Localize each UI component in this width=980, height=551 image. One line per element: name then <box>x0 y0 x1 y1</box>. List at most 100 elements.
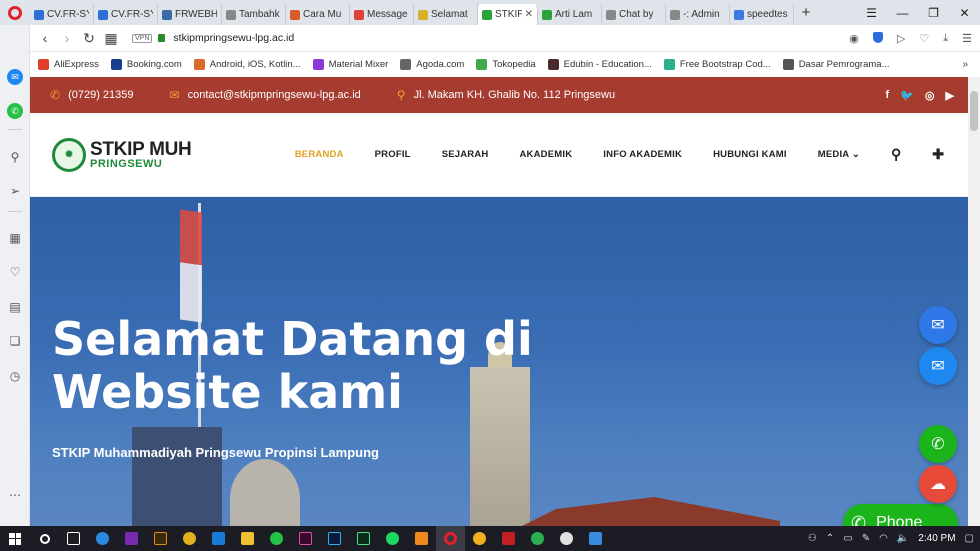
browser-tab[interactable]: Message <box>350 4 414 25</box>
whatsapp-icon[interactable] <box>262 526 291 551</box>
close-window-icon[interactable]: ✕ <box>949 0 980 25</box>
menu-item-akademik[interactable]: AKADEMIK <box>520 149 573 160</box>
contact-email[interactable]: ✉ contact@stkipmpringsewu-lpg.ac.id <box>170 88 361 102</box>
browser-tab[interactable]: -: Admin <box>666 4 730 25</box>
onenote-icon[interactable] <box>117 526 146 551</box>
chrome-icon[interactable] <box>175 526 204 551</box>
messenger-icon[interactable]: ✉ <box>7 69 23 85</box>
bookmark-item[interactable]: Free Bootstrap Cod... <box>663 58 771 70</box>
send-page-icon[interactable]: ▷ <box>897 32 905 45</box>
messenger-fab-icon[interactable]: ✉ <box>919 347 957 385</box>
instagram-icon[interactable]: ◎ <box>925 89 935 102</box>
people-icon[interactable]: ⚇ <box>808 533 817 544</box>
tab-menu-icon[interactable]: ☰ <box>856 0 887 25</box>
bookmark-item[interactable]: Booking.com <box>110 58 182 70</box>
facebook-icon[interactable]: f <box>886 89 890 102</box>
menu-item-hubungi-kami[interactable]: HUBUNGI KAMI <box>713 149 787 160</box>
clock[interactable]: 2:40 PM <box>918 533 955 544</box>
bookmark-item[interactable]: Android, iOS, Kotlin... <box>193 58 301 70</box>
lock-icon[interactable] <box>158 34 166 42</box>
page-scrollbar[interactable] <box>968 77 980 526</box>
more-icon[interactable]: ⋯ <box>7 487 23 503</box>
mf-app-icon[interactable] <box>465 526 494 551</box>
opera-icon[interactable] <box>436 526 465 551</box>
illustrator-icon[interactable] <box>146 526 175 551</box>
volume-icon[interactable]: 🔈 <box>897 533 909 544</box>
phone-fab-button[interactable]: ✆ Phone <box>843 504 958 526</box>
vscode-icon[interactable] <box>204 526 233 551</box>
twitter-icon[interactable]: 🐦 <box>900 89 914 102</box>
email-fab-icon[interactable]: ✉ <box>919 306 957 344</box>
speed-dial-icon[interactable]: ▦ <box>7 230 23 246</box>
menu-item-beranda[interactable]: BERANDA <box>295 149 344 160</box>
youtube-icon[interactable]: ▶ <box>946 89 954 102</box>
browser-tab[interactable]: STKIP ✕ <box>478 4 538 25</box>
browser-tab[interactable]: Tambahk <box>222 4 286 25</box>
battery-icon[interactable]: ▭ <box>843 533 852 544</box>
browser-tab[interactable]: Chat by <box>602 4 666 25</box>
heart-icon[interactable]: ♡ <box>7 264 23 280</box>
bookmarks-more-button[interactable]: » <box>962 59 980 70</box>
send-icon[interactable]: ➢ <box>7 183 23 199</box>
back-icon[interactable]: ‹ <box>34 30 56 46</box>
search-icon[interactable]: ⚲ <box>7 149 23 165</box>
reload-icon[interactable]: ↻ <box>78 30 100 47</box>
dreamweaver-icon[interactable] <box>349 526 378 551</box>
start-button[interactable] <box>0 532 30 545</box>
bookmark-item[interactable]: AliExpress <box>38 58 99 70</box>
bookmark-item[interactable]: Edubin - Education... <box>547 58 652 70</box>
bookmark-item[interactable]: Dasar Pemrograma... <box>782 58 890 70</box>
bookmark-item[interactable]: Agoda.com <box>400 58 464 70</box>
browser-tab[interactable]: Arti Lam <box>538 4 602 25</box>
menu-item-sejarah[interactable]: SEJARAH <box>442 149 489 160</box>
wifi-icon[interactable]: ◠ <box>879 533 888 544</box>
restore-icon[interactable]: ❐ <box>918 0 949 25</box>
notifications-icon[interactable]: ▢ <box>965 533 974 544</box>
whatsapp-icon[interactable]: ✆ <box>7 103 23 119</box>
bookmark-item[interactable]: Tokopedia <box>476 58 536 70</box>
blue-app-icon[interactable] <box>581 526 610 551</box>
chat-fab-icon[interactable]: ☁ <box>919 465 957 503</box>
menu-item-media[interactable]: MEDIA ⌄ <box>818 149 860 160</box>
adblock-shield-icon[interactable] <box>872 31 883 43</box>
scrollbar-thumb[interactable] <box>970 91 978 131</box>
spotify-icon[interactable] <box>378 526 407 551</box>
search-icon[interactable] <box>30 526 59 551</box>
contact-phone[interactable]: ✆ (0729) 21359 <box>50 88 134 102</box>
green-app-icon[interactable] <box>523 526 552 551</box>
news-icon[interactable]: ▤ <box>7 299 23 315</box>
menu-item-info-akademik[interactable]: INFO AKADEMIK <box>603 149 682 160</box>
browser-tab[interactable]: Selamat <box>414 4 478 25</box>
download-icon[interactable]: ⤓ <box>943 32 948 45</box>
browser-tab[interactable]: CV.FR-SY <box>94 4 158 25</box>
close-tab-icon[interactable]: ✕ <box>525 9 533 20</box>
search-icon[interactable]: ⚲ <box>891 146 901 163</box>
tabs-grid-icon[interactable]: ▦ <box>100 30 122 47</box>
minimize-icon[interactable]: — <box>887 0 918 25</box>
photoshop-icon[interactable] <box>320 526 349 551</box>
plus-icon[interactable]: ✚ <box>932 146 944 163</box>
opera-menu-icon[interactable] <box>0 0 30 25</box>
camera-icon[interactable]: ◉ <box>849 32 859 45</box>
pen-icon[interactable]: ✎ <box>862 533 870 544</box>
bookmark-item[interactable]: Material Mixer <box>312 58 388 70</box>
browser-tab[interactable]: FRWEBH <box>158 4 222 25</box>
new-tab-button[interactable]: + <box>794 4 818 21</box>
bookmark-heart-icon[interactable]: ♡ <box>919 32 929 45</box>
sublime-icon[interactable] <box>407 526 436 551</box>
site-logo[interactable]: ✺ STKIP MUH PRINGSEWU <box>52 137 192 172</box>
xd-icon[interactable] <box>291 526 320 551</box>
ghost-app-icon[interactable] <box>552 526 581 551</box>
history-icon[interactable]: ◷ <box>7 368 23 384</box>
vpn-badge[interactable]: VPN <box>132 33 153 43</box>
browser-tab[interactable]: CV.FR-SY <box>30 4 94 25</box>
url-field[interactable]: stkipmpringsewu-lpg.ac.id <box>173 32 294 44</box>
settings-icon[interactable]: ☰ <box>962 32 972 45</box>
filezilla-icon[interactable] <box>494 526 523 551</box>
whatsapp-fab-icon[interactable]: ✆ <box>919 425 957 463</box>
browser-tab[interactable]: Cara Mu <box>286 4 350 25</box>
chevron-up-icon[interactable]: ⌃ <box>826 533 834 544</box>
forward-icon[interactable]: › <box>56 30 78 46</box>
edge-icon[interactable] <box>88 526 117 551</box>
task-view-icon[interactable] <box>59 526 88 551</box>
